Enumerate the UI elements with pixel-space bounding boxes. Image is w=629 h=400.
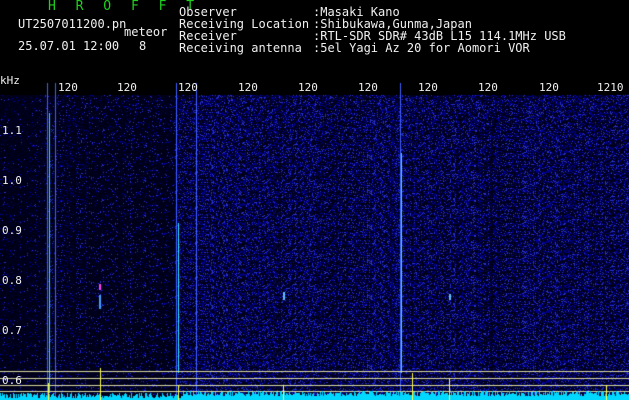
meteor-label: meteor bbox=[124, 25, 168, 39]
app-title: H R O F F T bbox=[48, 0, 201, 14]
datetime-text: 25.07.01 12:00 bbox=[18, 39, 120, 53]
antenna-label: Receiving antenna bbox=[179, 41, 302, 55]
antenna-value: :5el Yagi Az 20 for Aomori VOR bbox=[313, 41, 530, 55]
header-panel: H R O F F T UT2507011200.pn meteor 25.07… bbox=[0, 0, 629, 73]
filename-text: UT2507011200.pn bbox=[18, 17, 127, 31]
meteor-count: 8 bbox=[139, 39, 147, 53]
spectrogram-canvas bbox=[0, 73, 629, 400]
